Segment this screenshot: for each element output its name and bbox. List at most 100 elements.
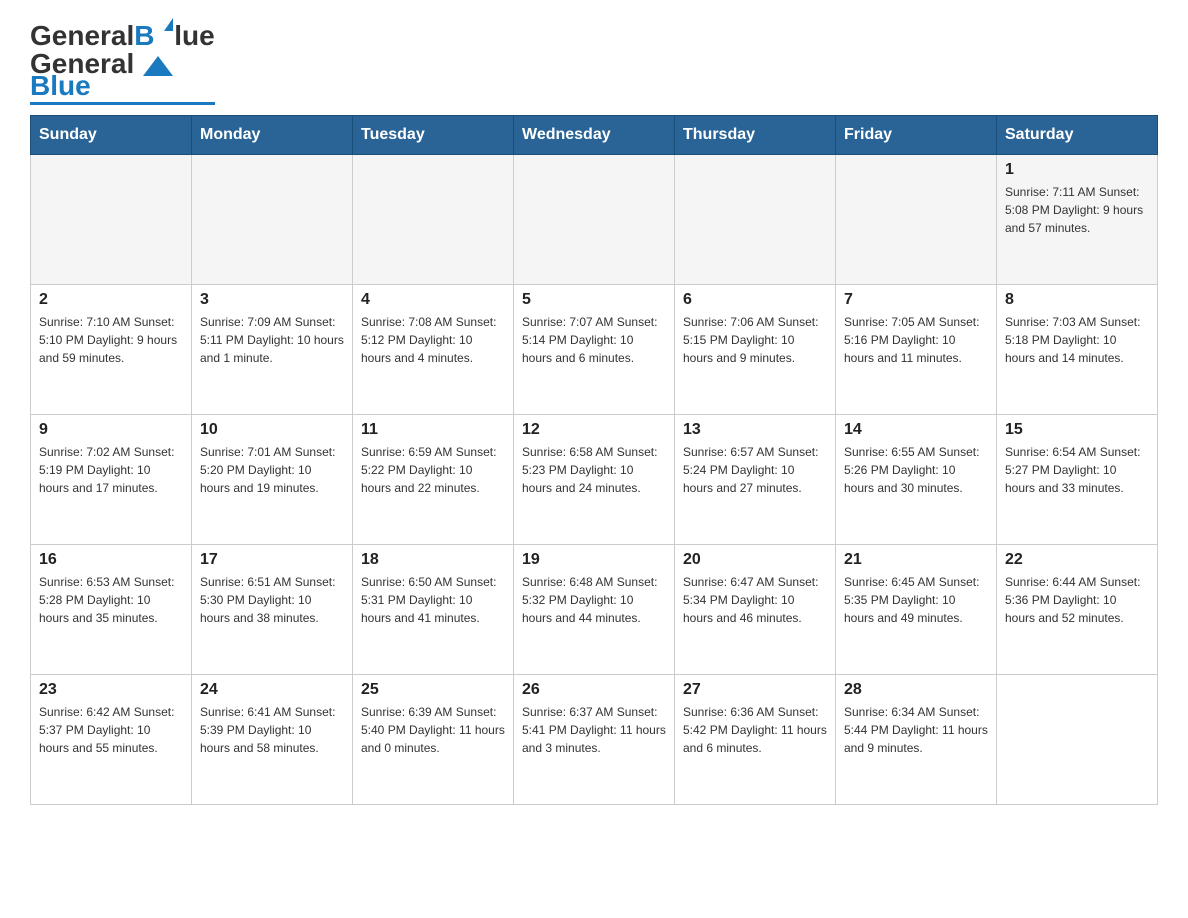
day-info: Sunrise: 7:11 AM Sunset: 5:08 PM Dayligh… [1005,183,1149,237]
calendar-cell [836,155,997,285]
logo-blue-text: Blue [30,72,91,100]
calendar-cell: 18 Sunrise: 6:50 AM Sunset: 5:31 PM Dayli… [353,545,514,675]
day-info: Sunrise: 7:08 AM Sunset: 5:12 PM Dayligh… [361,313,505,367]
calendar-cell: 27 Sunrise: 6:36 AM Sunset: 5:42 PM Dayli… [675,675,836,805]
day-info: Sunrise: 6:59 AM Sunset: 5:22 PM Dayligh… [361,443,505,497]
weekday-header-cell: Saturday [997,116,1158,155]
day-info: Sunrise: 7:09 AM Sunset: 5:11 PM Dayligh… [200,313,344,367]
day-number: 16 [39,551,183,569]
calendar-cell: 2 Sunrise: 7:10 AM Sunset: 5:10 PM Daylig… [31,285,192,415]
calendar-week-row: 1 Sunrise: 7:11 AM Sunset: 5:08 PM Daylig… [31,155,1158,285]
day-number: 1 [1005,161,1149,179]
calendar-cell: 17 Sunrise: 6:51 AM Sunset: 5:30 PM Dayli… [192,545,353,675]
day-info: Sunrise: 6:50 AM Sunset: 5:31 PM Dayligh… [361,573,505,627]
day-info: Sunrise: 6:45 AM Sunset: 5:35 PM Dayligh… [844,573,988,627]
day-info: Sunrise: 7:07 AM Sunset: 5:14 PM Dayligh… [522,313,666,367]
day-info: Sunrise: 7:01 AM Sunset: 5:20 PM Dayligh… [200,443,344,497]
weekday-header-cell: Thursday [675,116,836,155]
day-info: Sunrise: 6:51 AM Sunset: 5:30 PM Dayligh… [200,573,344,627]
weekday-header-cell: Tuesday [353,116,514,155]
day-number: 8 [1005,291,1149,309]
calendar-cell [514,155,675,285]
day-number: 3 [200,291,344,309]
day-number: 18 [361,551,505,569]
day-info: Sunrise: 6:41 AM Sunset: 5:39 PM Dayligh… [200,703,344,757]
day-number: 23 [39,681,183,699]
calendar-cell: 26 Sunrise: 6:37 AM Sunset: 5:41 PM Dayli… [514,675,675,805]
calendar-cell: 16Sunrise: 6:53 AM Sunset: 5:28 PM Dayli… [31,545,192,675]
calendar-cell: 28Sunrise: 6:34 AM Sunset: 5:44 PM Dayli… [836,675,997,805]
calendar-cell: 23 Sunrise: 6:42 AM Sunset: 5:37 PM Dayli… [31,675,192,805]
calendar-cell: 12 Sunrise: 6:58 AM Sunset: 5:23 PM Dayli… [514,415,675,545]
day-info: Sunrise: 7:10 AM Sunset: 5:10 PM Dayligh… [39,313,183,367]
calendar-cell: 22 Sunrise: 6:44 AM Sunset: 5:36 PM Dayli… [997,545,1158,675]
calendar-cell: 4 Sunrise: 7:08 AM Sunset: 5:12 PM Daylig… [353,285,514,415]
weekday-header-cell: Sunday [31,116,192,155]
calendar-cell: 25Sunrise: 6:39 AM Sunset: 5:40 PM Dayli… [353,675,514,805]
day-info: Sunrise: 6:55 AM Sunset: 5:26 PM Dayligh… [844,443,988,497]
calendar-cell [192,155,353,285]
logo: GeneralB lue General Blue [30,20,215,105]
calendar-cell: 3 Sunrise: 7:09 AM Sunset: 5:11 PM Daylig… [192,285,353,415]
calendar-cell: 15 Sunrise: 6:54 AM Sunset: 5:27 PM Dayli… [997,415,1158,545]
calendar-cell: 7 Sunrise: 7:05 AM Sunset: 5:16 PM Daylig… [836,285,997,415]
calendar-cell: 20 Sunrise: 6:47 AM Sunset: 5:34 PM Dayli… [675,545,836,675]
day-number: 21 [844,551,988,569]
day-number: 22 [1005,551,1149,569]
day-number: 20 [683,551,827,569]
day-number: 27 [683,681,827,699]
calendar-cell: 19 Sunrise: 6:48 AM Sunset: 5:32 PM Dayli… [514,545,675,675]
calendar-cell: 13 Sunrise: 6:57 AM Sunset: 5:24 PM Dayli… [675,415,836,545]
day-info: Sunrise: 6:57 AM Sunset: 5:24 PM Dayligh… [683,443,827,497]
calendar-week-row: 2 Sunrise: 7:10 AM Sunset: 5:10 PM Daylig… [31,285,1158,415]
calendar-cell: 1 Sunrise: 7:11 AM Sunset: 5:08 PM Daylig… [997,155,1158,285]
weekday-header-cell: Wednesday [514,116,675,155]
page-header: GeneralB lue General Blue [30,20,1158,105]
day-number: 6 [683,291,827,309]
calendar-cell: 6 Sunrise: 7:06 AM Sunset: 5:15 PM Daylig… [675,285,836,415]
day-number: 24 [200,681,344,699]
day-number: 5 [522,291,666,309]
calendar-cell: 5 Sunrise: 7:07 AM Sunset: 5:14 PM Daylig… [514,285,675,415]
calendar-cell: 24 Sunrise: 6:41 AM Sunset: 5:39 PM Dayli… [192,675,353,805]
calendar-cell [353,155,514,285]
day-info: Sunrise: 6:58 AM Sunset: 5:23 PM Dayligh… [522,443,666,497]
day-info: Sunrise: 6:44 AM Sunset: 5:36 PM Dayligh… [1005,573,1149,627]
weekday-header-row: SundayMondayTuesdayWednesdayThursdayFrid… [31,116,1158,155]
day-info: Sunrise: 6:37 AM Sunset: 5:41 PM Dayligh… [522,703,666,757]
calendar-week-row: 9Sunrise: 7:02 AM Sunset: 5:19 PM Daylig… [31,415,1158,545]
day-number: 10 [200,421,344,439]
day-number: 4 [361,291,505,309]
day-number: 17 [200,551,344,569]
day-info: Sunrise: 6:54 AM Sunset: 5:27 PM Dayligh… [1005,443,1149,497]
day-number: 7 [844,291,988,309]
day-info: Sunrise: 6:47 AM Sunset: 5:34 PM Dayligh… [683,573,827,627]
day-number: 2 [39,291,183,309]
day-number: 12 [522,421,666,439]
day-number: 26 [522,681,666,699]
day-info: Sunrise: 7:03 AM Sunset: 5:18 PM Dayligh… [1005,313,1149,367]
calendar-cell: 21 Sunrise: 6:45 AM Sunset: 5:35 PM Dayli… [836,545,997,675]
day-info: Sunrise: 6:34 AM Sunset: 5:44 PM Dayligh… [844,703,988,757]
day-info: Sunrise: 7:05 AM Sunset: 5:16 PM Dayligh… [844,313,988,367]
weekday-header-cell: Monday [192,116,353,155]
day-number: 15 [1005,421,1149,439]
day-number: 13 [683,421,827,439]
day-info: Sunrise: 6:48 AM Sunset: 5:32 PM Dayligh… [522,573,666,627]
calendar-cell [997,675,1158,805]
calendar-body: 1 Sunrise: 7:11 AM Sunset: 5:08 PM Daylig… [31,155,1158,805]
weekday-header-cell: Friday [836,116,997,155]
day-number: 19 [522,551,666,569]
day-info: Sunrise: 7:06 AM Sunset: 5:15 PM Dayligh… [683,313,827,367]
day-info: Sunrise: 6:39 AM Sunset: 5:40 PM Dayligh… [361,703,505,757]
calendar-cell [31,155,192,285]
day-info: Sunrise: 6:42 AM Sunset: 5:37 PM Dayligh… [39,703,183,757]
calendar-table: SundayMondayTuesdayWednesdayThursdayFrid… [30,115,1158,805]
calendar-cell: 9Sunrise: 7:02 AM Sunset: 5:19 PM Daylig… [31,415,192,545]
day-info: Sunrise: 6:36 AM Sunset: 5:42 PM Dayligh… [683,703,827,757]
day-number: 11 [361,421,505,439]
calendar-week-row: 23 Sunrise: 6:42 AM Sunset: 5:37 PM Dayli… [31,675,1158,805]
day-number: 14 [844,421,988,439]
day-number: 9 [39,421,183,439]
calendar-cell: 11 Sunrise: 6:59 AM Sunset: 5:22 PM Dayli… [353,415,514,545]
